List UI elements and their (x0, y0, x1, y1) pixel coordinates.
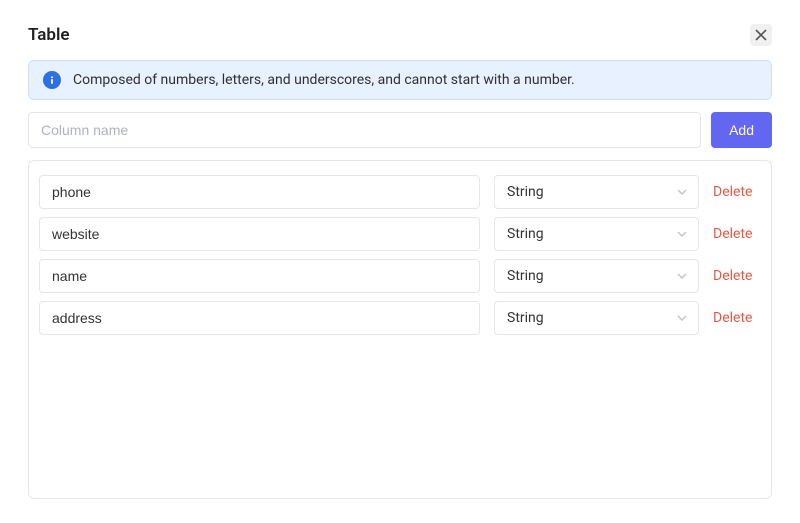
type-select-value: String (507, 226, 544, 242)
column-name-field[interactable] (39, 217, 480, 251)
type-select-value: String (507, 268, 544, 284)
delete-button[interactable]: Delete (713, 184, 761, 200)
table-row: String Delete (39, 301, 761, 335)
info-alert: Composed of numbers, letters, and unders… (28, 60, 772, 100)
add-button[interactable]: Add (711, 112, 772, 148)
chevron-down-icon (676, 186, 688, 198)
info-alert-text: Composed of numbers, letters, and unders… (73, 72, 575, 88)
columns-panel: String Delete String Delete String (28, 160, 772, 499)
table-row: String Delete (39, 259, 761, 293)
close-button[interactable] (750, 24, 772, 46)
column-name-input[interactable] (28, 112, 701, 148)
chevron-down-icon (676, 228, 688, 240)
column-name-field[interactable] (39, 259, 480, 293)
column-name-field[interactable] (39, 301, 480, 335)
table-modal: Table Composed of numbers, letters, and … (0, 0, 800, 523)
modal-title: Table (28, 25, 70, 45)
type-select-value: String (507, 184, 544, 200)
table-row: String Delete (39, 217, 761, 251)
type-select-value: String (507, 310, 544, 326)
chevron-down-icon (676, 312, 688, 324)
column-name-field[interactable] (39, 175, 480, 209)
delete-button[interactable]: Delete (713, 226, 761, 242)
info-icon (43, 71, 61, 89)
close-icon (755, 26, 767, 45)
modal-header: Table (28, 24, 772, 46)
type-select[interactable]: String (494, 259, 699, 293)
type-select[interactable]: String (494, 217, 699, 251)
add-column-row: Add (28, 112, 772, 148)
type-select[interactable]: String (494, 175, 699, 209)
chevron-down-icon (676, 270, 688, 282)
delete-button[interactable]: Delete (713, 268, 761, 284)
delete-button[interactable]: Delete (713, 310, 761, 326)
type-select[interactable]: String (494, 301, 699, 335)
table-row: String Delete (39, 175, 761, 209)
